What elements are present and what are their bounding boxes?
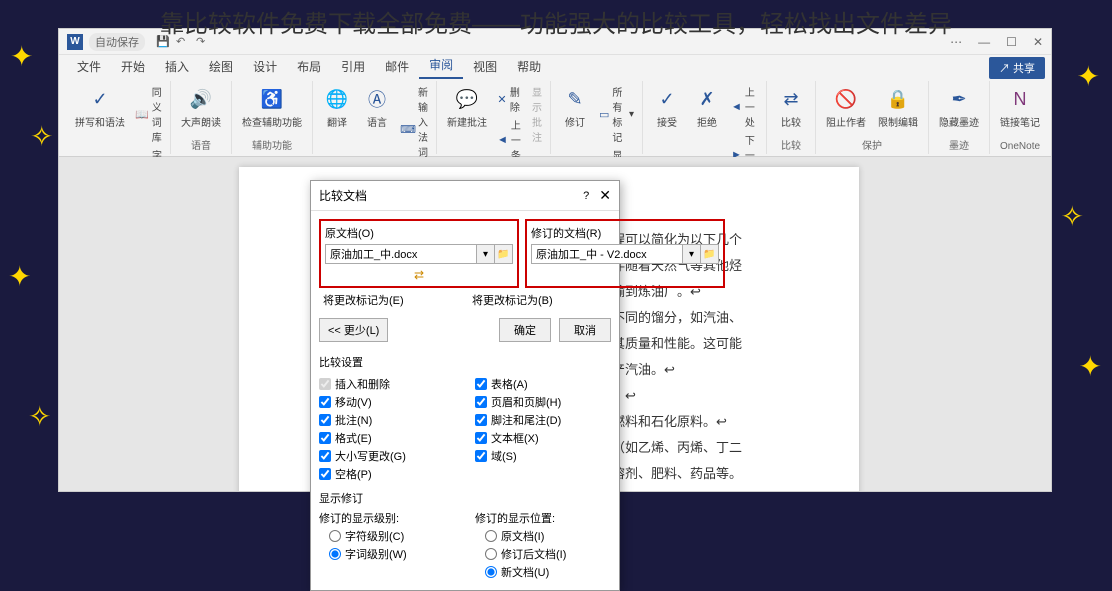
accept-icon: ✓ [653,85,681,113]
browse-icon[interactable]: 📁 [701,244,719,264]
compare-icon: ⇄ [777,85,805,113]
headers-check[interactable]: 页眉和页脚(H) [475,394,611,410]
formatting-check[interactable]: 格式(E) [319,430,455,446]
accept-button[interactable]: ✓接受 [649,83,685,131]
reject-icon: ✗ [693,85,721,113]
loc-new-radio[interactable]: 新文档(U) [485,564,611,580]
spelling-button[interactable]: ✓拼写和语法 [71,83,129,131]
dropdown-icon[interactable]: ▾ [477,244,495,264]
prev-icon: ◄ [731,100,742,114]
lock-icon: 🔒 [884,85,912,113]
speaker-icon: 🔊 [187,85,215,113]
track-icon: ✎ [561,85,589,113]
newcomment-button[interactable]: 💬新建批注 [443,83,491,131]
original-doc-box: 原文档(O) ▾ 📁 ⇄ [319,219,519,288]
tab-file[interactable]: 文件 [67,54,111,79]
compare-dialog: 比较文档 ? ✕ 原文档(O) ▾ 📁 ⇄ 修订的文档(R) ▾ 📁 [310,180,620,591]
char-level-radio[interactable]: 字符级别(C) [329,528,455,544]
ime-icon: ⌨ [401,122,415,136]
tab-design[interactable]: 设计 [243,54,287,79]
onenote-button[interactable]: N链接笔记 [996,83,1044,131]
case-check[interactable]: 大小写更改(G) [319,448,455,464]
prev-icon: ◄ [497,133,508,147]
reject-button[interactable]: ✗拒绝 [689,83,725,131]
more-button[interactable]: << 更少(L) [319,318,388,342]
compare-button[interactable]: ⇄比较 [773,83,809,131]
tab-view[interactable]: 视图 [463,54,507,79]
track-button[interactable]: ✎修订 [557,83,593,131]
language-button[interactable]: Ⓐ语言 [359,83,395,131]
accessibility-icon: ♿ [258,85,286,113]
ink-icon: ✒ [945,85,973,113]
comments-check[interactable]: 批注(N) [319,412,455,428]
close-icon[interactable]: ✕ [599,187,611,204]
tab-references[interactable]: 引用 [331,54,375,79]
prev-comment-button[interactable]: ◄上一条 [495,116,526,163]
thesaurus-icon: 📖 [135,107,149,121]
delete-comment-button[interactable]: ✕删除 [495,83,526,115]
tab-help[interactable]: 帮助 [507,54,551,79]
textboxes-check[interactable]: 文本框(X) [475,430,611,446]
delete-icon: ✕ [497,92,507,106]
loc-rev-radio[interactable]: 修订后文档(I) [485,546,611,562]
block-icon: 🚫 [832,85,860,113]
word-level-radio[interactable]: 字词级别(W) [329,546,455,562]
fields-check[interactable]: 域(S) [475,448,611,464]
ribbon-tabs: 文件 开始 插入 绘图 设计 布局 引用 邮件 审阅 视图 帮助 ↗ 共享 [59,55,1051,79]
tab-mailings[interactable]: 邮件 [375,54,419,79]
block-button[interactable]: 🚫阻止作者 [822,83,870,131]
language-icon: Ⓐ [363,85,391,113]
browse-icon[interactable]: 📁 [495,244,513,264]
cancel-button[interactable]: 取消 [559,318,611,342]
revised-doc-input[interactable] [531,244,683,264]
original-doc-input[interactable] [325,244,477,264]
page-title: 靠比较软件免费下载全部免费——功能强大的比较工具，轻松找出文件差异 [0,4,1112,39]
translate-button[interactable]: 🌐翻译 [319,83,355,131]
prev-change-button[interactable]: ◄上一处 [729,83,760,130]
restrict-button[interactable]: 🔒限制编辑 [874,83,922,131]
translate-icon: 🌐 [323,85,351,113]
tab-review[interactable]: 审阅 [419,52,463,79]
ribbon: ✓拼写和语法 📖同义词库 123字数统计 校对 🔊大声朗读 语音 ♿检查辅助功能… [59,79,1051,157]
tab-layout[interactable]: 布局 [287,54,331,79]
tables-check[interactable]: 表格(A) [475,376,611,392]
swap-icon[interactable]: ⇄ [325,268,513,282]
markup-icon: ▭ [599,107,609,121]
footnotes-check[interactable]: 脚注和尾注(D) [475,412,611,428]
markup-select[interactable]: ▭所有标记 ▾ [597,83,636,145]
help-icon[interactable]: ? [583,190,589,202]
accessibility-button[interactable]: ♿检查辅助功能 [238,83,306,131]
tab-home[interactable]: 开始 [111,54,155,79]
revised-doc-box: 修订的文档(R) ▾ 📁 [525,219,725,288]
onenote-icon: N [1006,85,1034,113]
whitespace-check[interactable]: 空格(P) [319,466,455,482]
dropdown-icon[interactable]: ▾ [683,244,701,264]
insert-delete-check[interactable]: 插入和删除 [319,376,455,392]
thesaurus-button[interactable]: 📖同义词库 [133,83,164,145]
readaloud-button[interactable]: 🔊大声朗读 [177,83,225,131]
spelling-icon: ✓ [86,85,114,113]
tab-draw[interactable]: 绘图 [199,54,243,79]
hideink-button[interactable]: ✒隐藏墨迹 [935,83,983,131]
comment-icon: 💬 [453,85,481,113]
share-button[interactable]: ↗ 共享 [989,57,1045,79]
move-check[interactable]: 移动(V) [319,394,455,410]
ok-button[interactable]: 确定 [499,318,551,342]
dialog-title: 比较文档 [319,187,583,204]
tab-insert[interactable]: 插入 [155,54,199,79]
loc-orig-radio[interactable]: 原文档(I) [485,528,611,544]
show-comments-button[interactable]: 显示批注 [530,83,544,145]
